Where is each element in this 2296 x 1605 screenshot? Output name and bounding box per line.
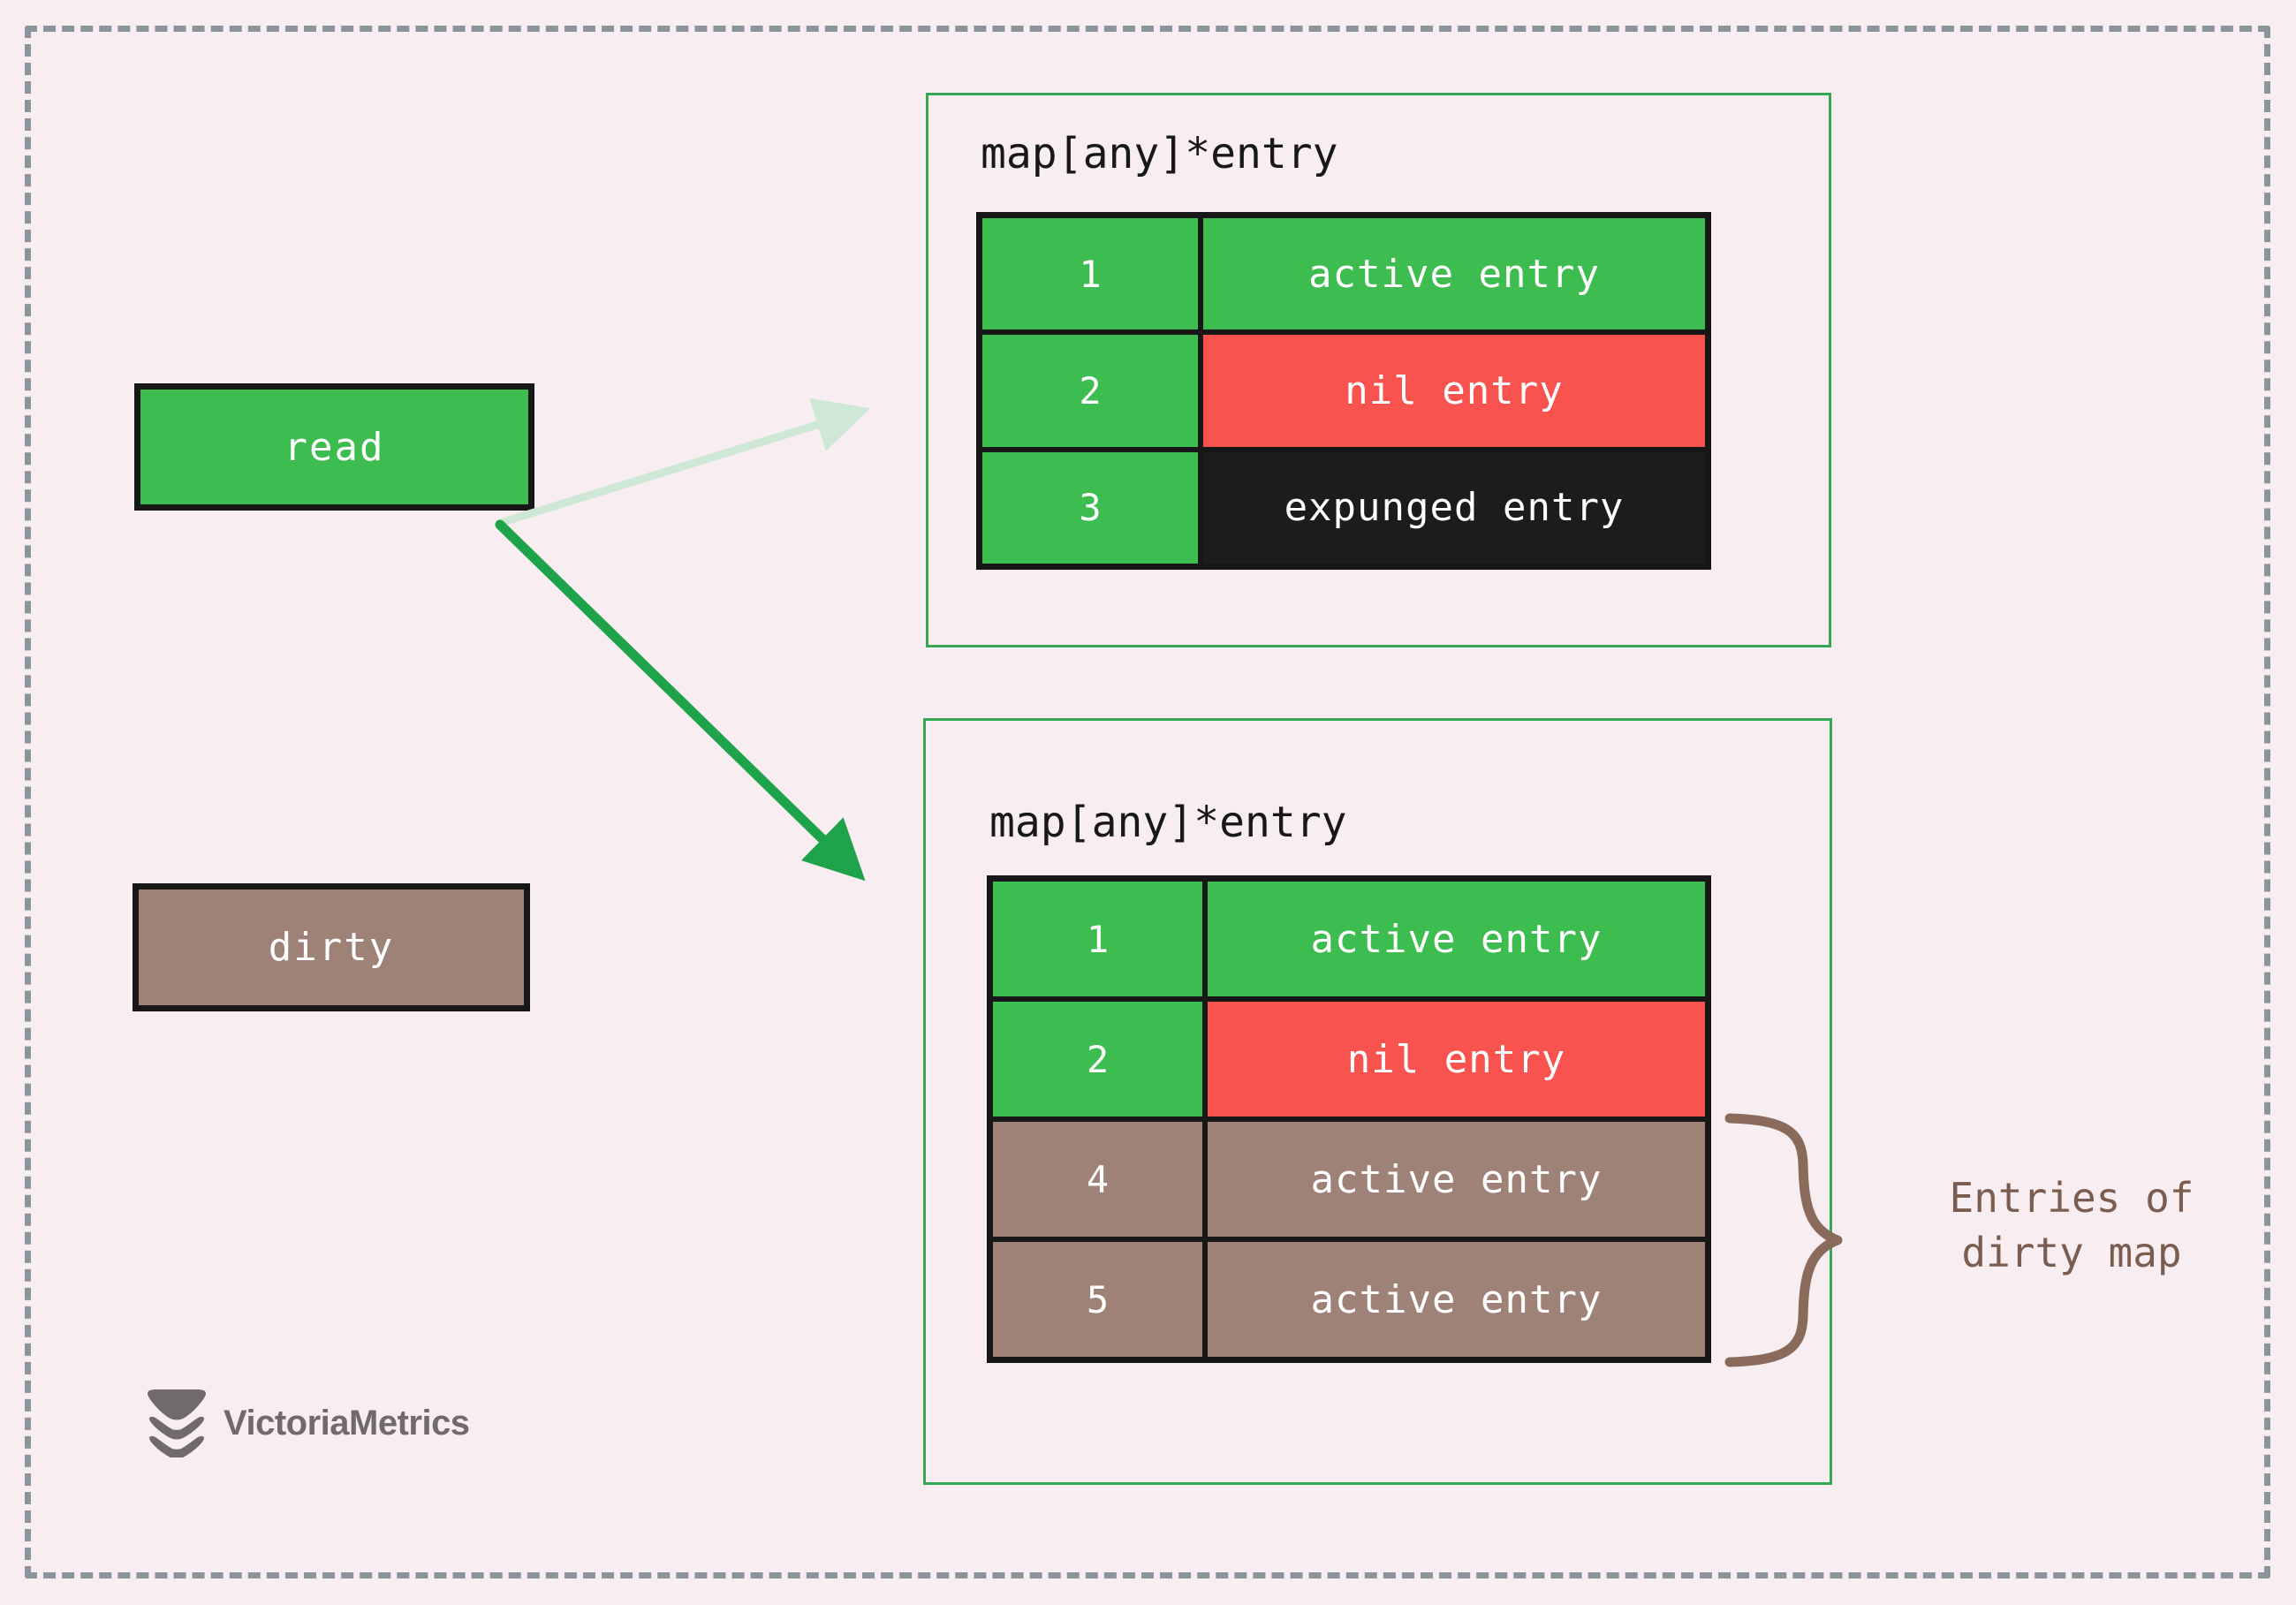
entry-value: active entry: [1208, 1242, 1705, 1357]
victoriametrics-logo: VictoriaMetrics: [146, 1389, 470, 1457]
entry-key: 1: [982, 218, 1203, 330]
entry-value: expunged entry: [1203, 451, 1705, 564]
table-row: 2 nil entry: [982, 335, 1705, 452]
entry-key: 2: [982, 335, 1203, 447]
entry-value: active entry: [1208, 882, 1705, 996]
victoriametrics-wordmark: VictoriaMetrics: [224, 1403, 470, 1442]
entry-value: nil entry: [1203, 335, 1705, 447]
dirty-map-label-box: dirty: [133, 883, 530, 1011]
dirty-map-entry-table: 1 active entry 2 nil entry 4 active entr…: [987, 875, 1711, 1363]
arrow-read-to-dirty-map: [495, 519, 866, 882]
table-row: 1 active entry: [982, 218, 1705, 336]
read-map-type-title: map[any]*entry: [981, 129, 1338, 178]
entry-key: 3: [982, 451, 1203, 564]
dirty-map-label: dirty: [268, 925, 395, 970]
table-row: 3 expunged entry: [982, 451, 1705, 564]
read-map-entry-table: 1 active entry 2 nil entry 3 expunged en…: [976, 212, 1711, 570]
victoriametrics-mark-icon: [148, 1389, 206, 1457]
dirty-entries-annotation: Entries of dirty map: [1949, 1174, 2194, 1277]
entry-key: 2: [993, 1002, 1208, 1117]
table-row: 4 active entry: [993, 1122, 1705, 1242]
entry-value: active entry: [1208, 1122, 1705, 1237]
table-row: 1 active entry: [993, 882, 1705, 1002]
read-map-label-box: read: [134, 383, 534, 511]
entry-value: nil entry: [1208, 1002, 1705, 1117]
table-row: 5 active entry: [993, 1242, 1705, 1357]
table-row: 2 nil entry: [993, 1002, 1705, 1122]
entry-key: 5: [993, 1242, 1208, 1357]
arrow-read-to-read-map: [496, 397, 871, 527]
dirty-map-type-title: map[any]*entry: [989, 798, 1347, 847]
entry-key: 4: [993, 1122, 1208, 1237]
read-map-label: read: [284, 424, 385, 470]
diagram-canvas: read dirty map[any]*entry 1 active entry…: [0, 0, 2296, 1605]
entry-key: 1: [993, 882, 1208, 996]
entry-value: active entry: [1203, 218, 1705, 330]
